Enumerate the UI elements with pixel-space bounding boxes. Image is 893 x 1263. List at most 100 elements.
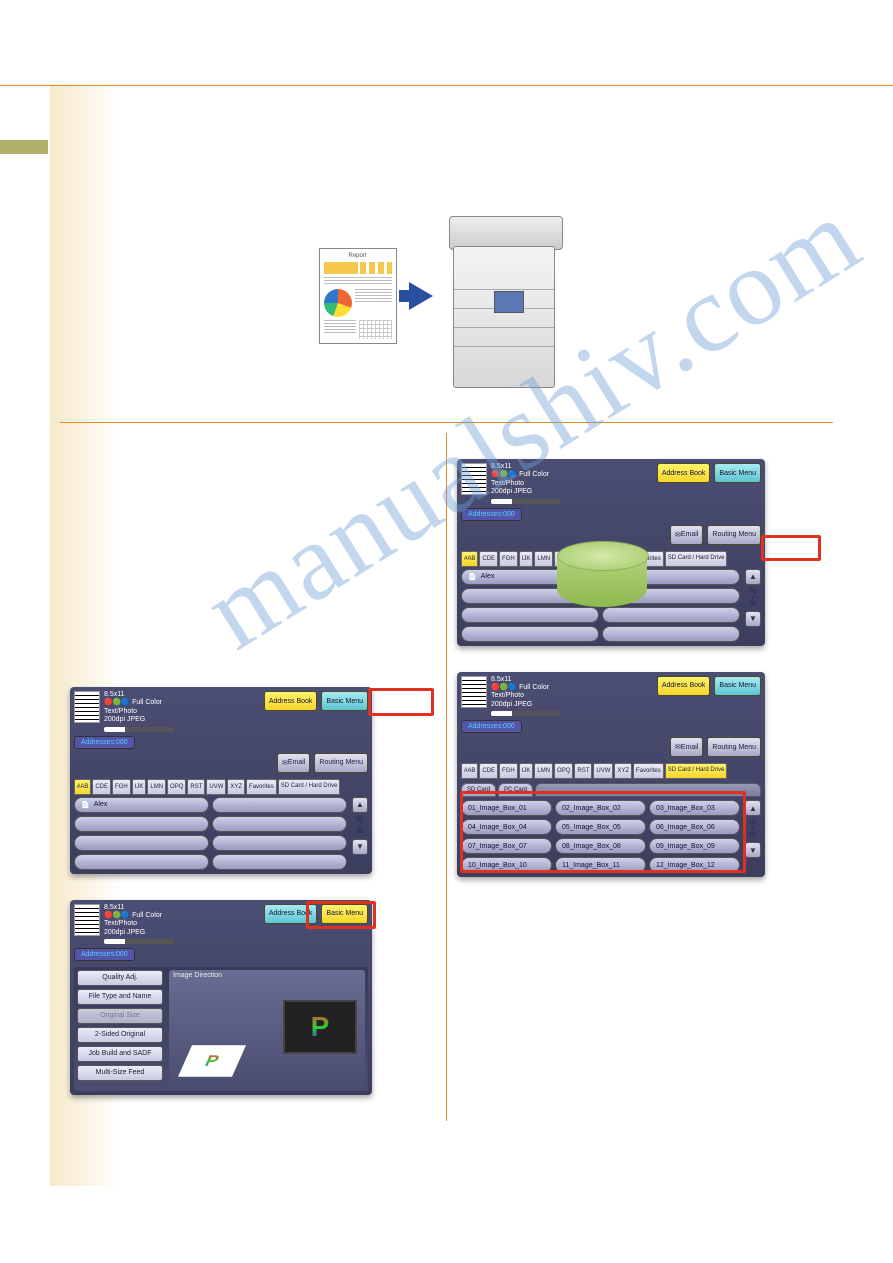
multi-size-button[interactable]: Multi-Size Feed <box>77 1065 163 1081</box>
quality-adj-button[interactable]: Quality Adj. <box>77 970 163 986</box>
alpha-tab[interactable]: XYZ <box>614 763 632 779</box>
image-box-slot[interactable]: 12_Image_Box_12 <box>649 857 740 873</box>
image-box-slot[interactable]: 06_Image_Box_06 <box>649 819 740 835</box>
contact-slot[interactable] <box>212 797 347 813</box>
image-direction-label: Image Direction <box>173 972 222 979</box>
file-type-name-button[interactable]: File Type and Name <box>77 989 163 1005</box>
image-box-slot[interactable]: 01_Image_Box_01 <box>461 800 552 816</box>
alpha-tab[interactable]: FGH <box>499 551 518 567</box>
lcd-image-box-panel: 8.5x11 🔴🟢🔵 Full Color Text/Photo 200dpi … <box>457 672 765 878</box>
routing-menu-button[interactable]: Routing Menu <box>707 525 761 545</box>
alpha-tab[interactable]: UVW <box>593 763 613 779</box>
storage-disk-icon <box>557 541 647 619</box>
image-box-slot[interactable]: 02_Image_Box_02 <box>555 800 646 816</box>
alpha-tab[interactable]: CDE <box>479 763 498 779</box>
preview-thumb-icon <box>74 691 100 723</box>
addresses-count[interactable]: Addresses:000 <box>461 720 522 733</box>
contact-slot[interactable] <box>74 854 209 870</box>
density-bar-icon <box>491 711 561 716</box>
scroll-down-button[interactable]: ▼ <box>352 839 368 855</box>
contact-slot[interactable] <box>212 816 347 832</box>
alpha-tab[interactable]: FGH <box>499 763 518 779</box>
contact-slot[interactable] <box>461 626 599 642</box>
email-button[interactable]: ✉ Email <box>670 525 703 545</box>
concept-diagram: Report <box>0 206 893 386</box>
header-blank <box>0 0 893 85</box>
image-box-slot[interactable]: 10_Image_Box_10 <box>461 857 552 873</box>
original-size-button[interactable]: Original Size <box>77 1008 163 1024</box>
density-bar-icon <box>104 727 174 732</box>
basic-menu-tab[interactable]: Basic Menu <box>714 463 761 483</box>
routing-menu-button[interactable]: Routing Menu <box>707 737 761 757</box>
alpha-tab[interactable]: LMN <box>147 779 166 795</box>
pc-card-tab[interactable]: PC Card <box>498 783 533 797</box>
contact-slot[interactable]: 📄 Alex <box>74 797 209 813</box>
alpha-tab[interactable]: OPQ <box>167 779 186 795</box>
image-box-slot[interactable]: 05_Image_Box_05 <box>555 819 646 835</box>
image-box-slot[interactable]: 07_Image_Box_07 <box>461 838 552 854</box>
basic-menu-tab[interactable]: Basic Menu <box>321 904 368 924</box>
favorites-tab[interactable]: Favorites <box>633 763 664 779</box>
alpha-tab[interactable]: UVW <box>206 779 226 795</box>
two-sided-button[interactable]: 2-Sided Original <box>77 1027 163 1043</box>
contact-slot[interactable] <box>212 854 347 870</box>
routing-menu-button[interactable]: Routing Menu <box>314 753 368 773</box>
alpha-tab-ab[interactable]: #AB <box>74 779 91 795</box>
basic-menu-tab[interactable]: Basic Menu <box>321 691 368 711</box>
resolution-format: 200dpi JPEG <box>491 488 653 496</box>
original-mode: Text/Photo <box>104 708 260 716</box>
alpha-tab[interactable]: XYZ <box>227 779 245 795</box>
job-build-button[interactable]: Job Build and SADF <box>77 1046 163 1062</box>
email-button[interactable]: ✉ Email <box>670 737 703 757</box>
alpha-tab[interactable]: LMN <box>534 763 553 779</box>
sdcard-hd-tab[interactable]: SD Card / Hard Drive <box>665 763 728 779</box>
scroll-down-button[interactable]: ▼ <box>745 611 761 627</box>
image-direction-preview: Image Direction P P <box>169 970 365 1088</box>
scroll-up-button[interactable]: ▲ <box>352 797 368 813</box>
alpha-tab-ab[interactable]: #AB <box>461 551 478 567</box>
image-box-slot[interactable]: 04_Image_Box_04 <box>461 819 552 835</box>
alpha-tab[interactable]: FGH <box>112 779 131 795</box>
image-box-slot[interactable]: 08_Image_Box_08 <box>555 838 646 854</box>
basic-menu-tab[interactable]: Basic Menu <box>714 676 761 696</box>
preview-thumb-icon <box>461 676 487 708</box>
email-button[interactable]: ✉ Email <box>277 753 310 773</box>
alpha-tab-ab[interactable]: #AB <box>461 763 478 779</box>
alpha-tab[interactable]: IJK <box>519 763 534 779</box>
image-box-slot[interactable]: 09_Image_Box_09 <box>649 838 740 854</box>
original-mode: Text/Photo <box>491 480 653 488</box>
header-rule <box>0 85 893 86</box>
alpha-tab[interactable]: LMN <box>534 551 553 567</box>
addresses-count[interactable]: Addresses:000 <box>74 948 135 961</box>
addresses-count[interactable]: Addresses:000 <box>74 736 135 749</box>
image-box-slot[interactable]: 03_Image_Box_03 <box>649 800 740 816</box>
favorites-tab[interactable]: Favorites <box>246 779 277 795</box>
alpha-tab[interactable]: IJK <box>132 779 147 795</box>
alpha-tab[interactable]: CDE <box>479 551 498 567</box>
address-book-tab[interactable]: Address Book <box>264 904 318 924</box>
density-bar-icon <box>491 499 561 504</box>
alpha-tab[interactable]: OPQ <box>554 763 573 779</box>
color-mode: Full Color <box>132 699 162 706</box>
paper-size: 8.5x11 <box>104 904 260 912</box>
contact-slot[interactable] <box>74 835 209 851</box>
addresses-count[interactable]: Addresses:000 <box>461 508 522 521</box>
contact-slot[interactable] <box>74 816 209 832</box>
address-book-tab[interactable]: Address Book <box>657 463 711 483</box>
alpha-tab[interactable]: CDE <box>92 779 111 795</box>
image-box-slot[interactable]: 11_Image_Box_11 <box>555 857 646 873</box>
scroll-down-button[interactable]: ▼ <box>745 842 761 858</box>
alpha-tab[interactable]: RST <box>574 763 592 779</box>
address-book-tab[interactable]: Address Book <box>264 691 318 711</box>
alpha-tab[interactable]: IJK <box>519 551 534 567</box>
sd-card-tab[interactable]: SD Card <box>461 783 496 797</box>
address-book-tab[interactable]: Address Book <box>657 676 711 696</box>
contact-slot[interactable] <box>602 626 740 642</box>
original-mode: Text/Photo <box>104 920 260 928</box>
contact-slot[interactable] <box>212 835 347 851</box>
sdcard-hd-tab[interactable]: SD Card / Hard Drive <box>665 551 728 567</box>
sdcard-hd-tab[interactable]: SD Card / Hard Drive <box>278 779 341 795</box>
scroll-up-button[interactable]: ▲ <box>745 800 761 816</box>
alpha-tab[interactable]: RST <box>187 779 205 795</box>
scroll-up-button[interactable]: ▲ <box>745 569 761 585</box>
